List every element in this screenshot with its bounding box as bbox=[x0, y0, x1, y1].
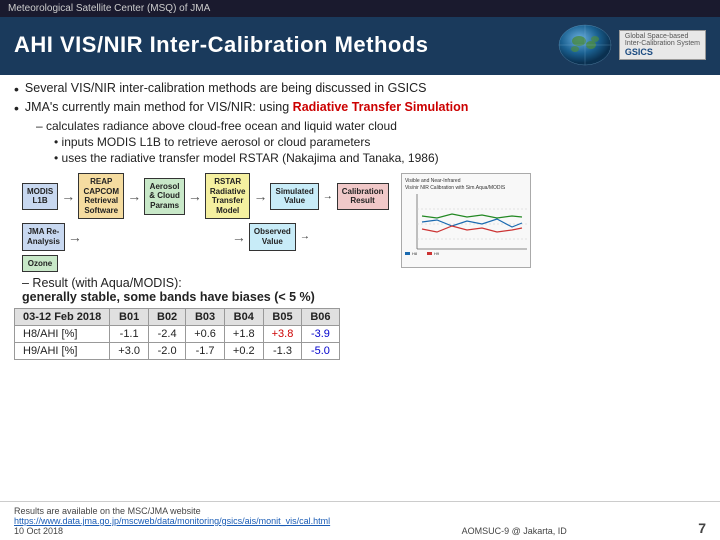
table-header-b04: B04 bbox=[224, 309, 263, 326]
data-table: 03-12 Feb 2018 B01 B02 B03 B04 B05 B06 H… bbox=[14, 308, 340, 360]
table-row-h8: H8/AHI [%] -1.1 -2.4 +0.6 +1.8 +3.8 -3.9 bbox=[15, 326, 340, 343]
header-bar: Meteorological Satellite Center (MSQ) of… bbox=[0, 0, 720, 17]
mini-chart-area: Visible and Near-Infrared Vis/nir NIR Ca… bbox=[401, 173, 531, 268]
table-row-h9: H9/AHI [%] +3.0 -2.0 -1.7 +0.2 -1.3 -5.0 bbox=[15, 343, 340, 360]
table-cell-label-h8: H8/AHI [%] bbox=[15, 326, 110, 343]
simulated-box: SimulatedValue bbox=[270, 183, 318, 210]
aerosol-box: Aerosol& CloudParams bbox=[144, 178, 185, 215]
bullet-dot-1: • bbox=[14, 82, 19, 96]
ozone-box: Ozone bbox=[22, 255, 58, 273]
table-cell-h8-b01: -1.1 bbox=[110, 326, 149, 343]
arrow1: → bbox=[61, 188, 75, 204]
table-cell-h8-b06: -3.9 bbox=[302, 326, 339, 343]
table-header-b03: B03 bbox=[186, 309, 225, 326]
footer-center: AOMSUC-9 @ Jakarta, ID bbox=[462, 526, 567, 536]
bullet-item-2: • JMA's currently main method for VIS/NI… bbox=[14, 100, 706, 115]
arrow4: → bbox=[253, 188, 267, 204]
table-header-date: 03-12 Feb 2018 bbox=[15, 309, 110, 326]
arrow6: → bbox=[232, 229, 246, 245]
title-section: AHI VIS/NIR Inter-Calibration Methods bbox=[0, 17, 720, 75]
gsics-logo: Global Space-based Inter-Calibration Sys… bbox=[619, 30, 706, 60]
table-header-b05: B05 bbox=[263, 309, 302, 326]
svg-text:H8: H8 bbox=[412, 251, 418, 256]
org-label: Meteorological Satellite Center (MSQ) of… bbox=[8, 3, 210, 14]
bullet-text-2: JMA's currently main method for VIS/NIR:… bbox=[25, 100, 469, 114]
table-cell-h9-b02: -2.0 bbox=[149, 343, 186, 360]
table-cell-h8-b03: +0.6 bbox=[186, 326, 225, 343]
sub-sub-item-2: uses the radiative transfer model RSTAR … bbox=[54, 151, 706, 165]
table-cell-h9-b03: -1.7 bbox=[186, 343, 225, 360]
table-cell-h9-b04: +0.2 bbox=[224, 343, 263, 360]
arrow3: → bbox=[188, 188, 202, 204]
sub-sub-item-1: inputs MODIS L1B to retrieve aerosol or … bbox=[54, 135, 706, 149]
table-cell-h9-b05: -1.3 bbox=[263, 343, 302, 360]
result-text2: generally stable, some bands have biases… bbox=[22, 290, 706, 304]
svg-text:Visible and Near-Infrared: Visible and Near-Infrared bbox=[405, 178, 461, 184]
modis-l1b-box: MODISL1B bbox=[22, 183, 58, 210]
page-title: AHI VIS/NIR Inter-Calibration Methods bbox=[14, 32, 429, 58]
bullet-text-1: Several VIS/NIR inter-calibration method… bbox=[25, 81, 427, 95]
jma-reanalysis-box: JMA Re-Analysis bbox=[22, 223, 65, 250]
footer-page-number: 7 bbox=[698, 520, 706, 536]
footer-url[interactable]: https://www.data.jma.go.jp/mscweb/data/m… bbox=[14, 516, 330, 526]
result-section: – Result (with Aqua/MODIS): generally st… bbox=[22, 276, 706, 304]
globe-icon bbox=[557, 23, 613, 67]
observed-box: ObservedValue bbox=[249, 223, 296, 250]
table-cell-h9-b06: -5.0 bbox=[302, 343, 339, 360]
main-content: • Several VIS/NIR inter-calibration meth… bbox=[0, 75, 720, 171]
results-available-text: Results are available on the MSC/JMA web… bbox=[14, 506, 330, 516]
sub-item-1: – calculates radiance above cloud-free o… bbox=[36, 119, 706, 133]
footer-left: Results are available on the MSC/JMA web… bbox=[14, 506, 330, 536]
arrow5: → bbox=[68, 229, 82, 245]
table-cell-h8-b02: -2.4 bbox=[149, 326, 186, 343]
bullet-item-1: • Several VIS/NIR inter-calibration meth… bbox=[14, 81, 706, 96]
table-cell-h8-b05: +3.8 bbox=[263, 326, 302, 343]
footer: Results are available on the MSC/JMA web… bbox=[0, 501, 720, 540]
arrow7: → bbox=[300, 231, 310, 242]
table-cell-label-h9: H9/AHI [%] bbox=[15, 343, 110, 360]
table-cell-h9-b01: +3.0 bbox=[110, 343, 149, 360]
svg-text:H9: H9 bbox=[434, 251, 440, 256]
highlight-text: Radiative Transfer Simulation bbox=[293, 100, 469, 114]
arrow-merge: → bbox=[323, 191, 333, 202]
table-cell-h8-b04: +1.8 bbox=[224, 326, 263, 343]
flow-diagram: MODISL1B → REAPCAPCOMRetrievalSoftware →… bbox=[22, 173, 389, 272]
bullet-dot-2: • bbox=[14, 101, 19, 115]
rstar-box: RSTARRadiativeTransferModel bbox=[205, 173, 251, 219]
logo-area: Global Space-based Inter-Calibration Sys… bbox=[557, 23, 706, 67]
svg-text:Vis/nir NIR Calibration with S: Vis/nir NIR Calibration with Sim.Aqua/MO… bbox=[405, 185, 506, 191]
arrow2: → bbox=[127, 188, 141, 204]
table-header-b02: B02 bbox=[149, 309, 186, 326]
result-text1: – Result (with Aqua/MODIS): bbox=[22, 276, 706, 290]
calibration-box: CalibrationResult bbox=[337, 183, 389, 210]
table-header-b06: B06 bbox=[302, 309, 339, 326]
reap-capcom-box: REAPCAPCOMRetrievalSoftware bbox=[78, 173, 124, 219]
footer-date: 10 Oct 2018 bbox=[14, 526, 330, 536]
table-header-b01: B01 bbox=[110, 309, 149, 326]
